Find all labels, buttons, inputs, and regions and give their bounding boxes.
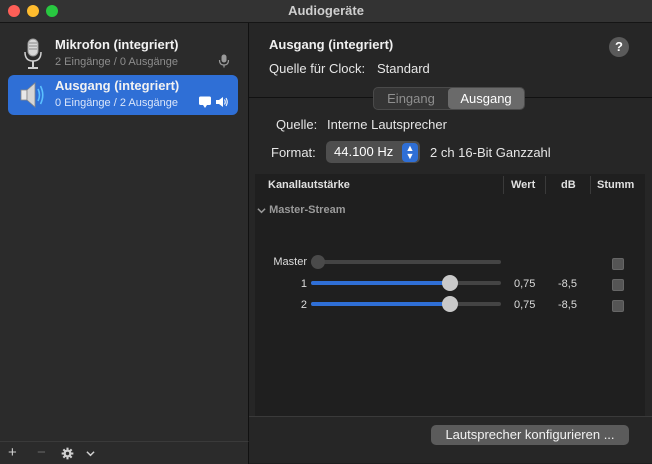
configure-speakers-button[interactable]: Lautsprecher konfigurieren ...: [431, 425, 629, 445]
microphone-icon: [24, 38, 42, 69]
device-name: Mikrofon (integriert): [55, 37, 179, 52]
speaker-icon: [20, 82, 44, 108]
direction-tabs: Eingang Ausgang: [373, 87, 525, 110]
group-label: Master-Stream: [269, 204, 346, 216]
footer-divider: [249, 416, 652, 417]
sidebar-footer: + −: [0, 441, 249, 464]
slider-fill: [311, 302, 450, 306]
device-sidebar: Mikrofon (integriert) 2 Eingänge / 0 Aus…: [0, 23, 249, 441]
tab-eingang[interactable]: Eingang: [374, 88, 448, 109]
channel-1-volume-slider[interactable]: [311, 275, 501, 291]
display-badge-icon: [199, 96, 211, 108]
channel-volume-table: Kanallautstärke Wert dB Stumm Master-Str…: [255, 174, 645, 417]
column-separator: [545, 176, 546, 194]
remove-device-button[interactable]: −: [37, 444, 46, 461]
column-header-wert: Wert: [511, 179, 536, 191]
disclosure-chevron-icon: [257, 207, 266, 213]
format-select-value: 44.100 Hz: [334, 144, 394, 159]
channel-label: Master: [273, 256, 307, 268]
channel-2-volume-slider[interactable]: [311, 296, 501, 312]
updown-chevron-icon: ▲ ▼: [402, 143, 418, 162]
channel-2-mute-checkbox[interactable]: [612, 300, 624, 312]
slider-knob[interactable]: [311, 255, 325, 269]
slider-fill: [311, 281, 450, 285]
microphone-small-icon: [218, 54, 230, 68]
add-device-button[interactable]: +: [8, 444, 17, 461]
master-mute-checkbox[interactable]: [612, 258, 624, 270]
format-label: Format:: [271, 145, 316, 160]
column-separator: [590, 176, 591, 194]
column-header-db: dB: [561, 179, 576, 191]
clock-source-label: Quelle für Clock:: [269, 61, 366, 76]
channel-label: 1: [300, 278, 307, 290]
master-volume-slider[interactable]: [311, 254, 501, 270]
device-detail-pane: Ausgang (integriert) ? Quelle für Clock:…: [249, 23, 652, 463]
tab-ausgang[interactable]: Ausgang: [448, 88, 524, 109]
column-header-stumm: Stumm: [597, 179, 635, 191]
audio-devices-window: Audiogeräte Mikrofon (integriert) 2 Eing…: [0, 0, 652, 464]
slider-knob[interactable]: [441, 275, 458, 291]
channel-label: 2: [300, 299, 307, 311]
master-stream-group[interactable]: Master-Stream: [257, 204, 345, 216]
channel-db: -8,5: [558, 299, 577, 311]
device-channels: 2 Eingänge / 0 Ausgänge: [55, 56, 178, 68]
channel-value: 0,75: [514, 278, 536, 290]
format-select[interactable]: 44.100 Hz ▲ ▼: [326, 141, 420, 163]
slider-track: [311, 260, 501, 264]
speaker-small-icon: [216, 97, 228, 107]
slider-knob[interactable]: [441, 296, 458, 312]
device-item-mikrofon[interactable]: Mikrofon (integriert) 2 Eingänge / 0 Aus…: [8, 34, 238, 74]
channel-db: -8,5: [558, 278, 577, 290]
channel-value: 0,75: [514, 299, 536, 311]
format-details: 2 ch 16-Bit Ganzzahl: [430, 145, 551, 160]
clock-source-value[interactable]: Standard: [377, 61, 430, 76]
help-button[interactable]: ?: [609, 37, 629, 57]
channel-1-mute-checkbox[interactable]: [612, 279, 624, 291]
column-separator: [503, 176, 504, 194]
source-value: Interne Lautsprecher: [327, 117, 447, 132]
device-title: Ausgang (integriert): [269, 37, 394, 52]
title-bar: Audiogeräte: [0, 0, 652, 23]
device-channels: 0 Eingänge / 2 Ausgänge: [55, 97, 178, 109]
source-label: Quelle:: [276, 117, 318, 132]
device-item-ausgang[interactable]: Ausgang (integriert) 0 Eingänge / 2 Ausg…: [8, 75, 238, 115]
column-header-kanallautstaerke: Kanallautstärke: [268, 179, 350, 191]
window-title: Audiogeräte: [288, 3, 364, 18]
gear-icon[interactable]: [61, 447, 74, 460]
device-name: Ausgang (integriert): [55, 78, 180, 93]
chevron-down-icon[interactable]: [86, 449, 95, 458]
